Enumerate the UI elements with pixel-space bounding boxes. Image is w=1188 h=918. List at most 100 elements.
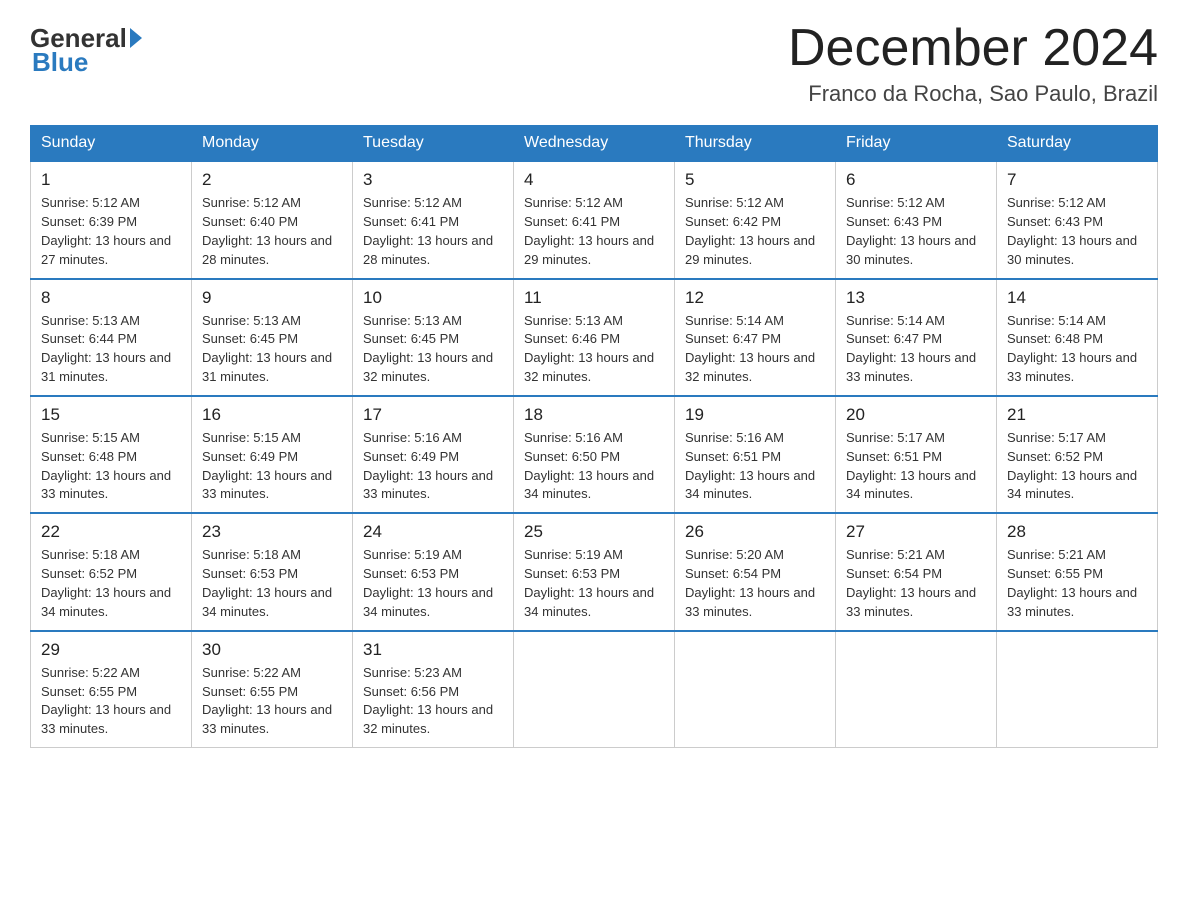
- calendar-cell: [836, 631, 997, 748]
- calendar-cell: 3 Sunrise: 5:12 AMSunset: 6:41 PMDayligh…: [353, 161, 514, 278]
- calendar-cell: 4 Sunrise: 5:12 AMSunset: 6:41 PMDayligh…: [514, 161, 675, 278]
- day-info: Sunrise: 5:16 AMSunset: 6:49 PMDaylight:…: [363, 429, 503, 504]
- day-info: Sunrise: 5:22 AMSunset: 6:55 PMDaylight:…: [41, 664, 181, 739]
- day-number: 27: [846, 522, 986, 542]
- col-header-tuesday: Tuesday: [353, 126, 514, 162]
- week-row-2: 8 Sunrise: 5:13 AMSunset: 6:44 PMDayligh…: [31, 279, 1158, 396]
- day-info: Sunrise: 5:12 AMSunset: 6:39 PMDaylight:…: [41, 194, 181, 269]
- calendar-cell: 7 Sunrise: 5:12 AMSunset: 6:43 PMDayligh…: [997, 161, 1158, 278]
- col-header-wednesday: Wednesday: [514, 126, 675, 162]
- day-info: Sunrise: 5:12 AMSunset: 6:41 PMDaylight:…: [363, 194, 503, 269]
- day-number: 26: [685, 522, 825, 542]
- calendar-cell: 6 Sunrise: 5:12 AMSunset: 6:43 PMDayligh…: [836, 161, 997, 278]
- day-info: Sunrise: 5:15 AMSunset: 6:48 PMDaylight:…: [41, 429, 181, 504]
- day-number: 12: [685, 288, 825, 308]
- calendar-cell: 18 Sunrise: 5:16 AMSunset: 6:50 PMDaylig…: [514, 396, 675, 513]
- col-header-friday: Friday: [836, 126, 997, 162]
- day-info: Sunrise: 5:23 AMSunset: 6:56 PMDaylight:…: [363, 664, 503, 739]
- day-number: 4: [524, 170, 664, 190]
- calendar-cell: [997, 631, 1158, 748]
- day-info: Sunrise: 5:22 AMSunset: 6:55 PMDaylight:…: [202, 664, 342, 739]
- day-number: 21: [1007, 405, 1147, 425]
- day-info: Sunrise: 5:14 AMSunset: 6:47 PMDaylight:…: [846, 312, 986, 387]
- day-info: Sunrise: 5:16 AMSunset: 6:50 PMDaylight:…: [524, 429, 664, 504]
- day-number: 22: [41, 522, 181, 542]
- calendar-cell: 5 Sunrise: 5:12 AMSunset: 6:42 PMDayligh…: [675, 161, 836, 278]
- day-info: Sunrise: 5:13 AMSunset: 6:46 PMDaylight:…: [524, 312, 664, 387]
- day-info: Sunrise: 5:16 AMSunset: 6:51 PMDaylight:…: [685, 429, 825, 504]
- calendar-title: December 2024: [788, 20, 1158, 77]
- calendar-header-row: SundayMondayTuesdayWednesdayThursdayFrid…: [31, 126, 1158, 162]
- day-number: 5: [685, 170, 825, 190]
- calendar-cell: 22 Sunrise: 5:18 AMSunset: 6:52 PMDaylig…: [31, 513, 192, 630]
- title-area: December 2024 Franco da Rocha, Sao Paulo…: [788, 20, 1158, 107]
- day-number: 14: [1007, 288, 1147, 308]
- calendar-cell: 15 Sunrise: 5:15 AMSunset: 6:48 PMDaylig…: [31, 396, 192, 513]
- calendar-cell: 16 Sunrise: 5:15 AMSunset: 6:49 PMDaylig…: [192, 396, 353, 513]
- day-number: 8: [41, 288, 181, 308]
- day-info: Sunrise: 5:14 AMSunset: 6:47 PMDaylight:…: [685, 312, 825, 387]
- calendar-cell: 19 Sunrise: 5:16 AMSunset: 6:51 PMDaylig…: [675, 396, 836, 513]
- day-number: 1: [41, 170, 181, 190]
- day-number: 6: [846, 170, 986, 190]
- day-info: Sunrise: 5:13 AMSunset: 6:44 PMDaylight:…: [41, 312, 181, 387]
- day-number: 3: [363, 170, 503, 190]
- calendar-cell: 23 Sunrise: 5:18 AMSunset: 6:53 PMDaylig…: [192, 513, 353, 630]
- col-header-thursday: Thursday: [675, 126, 836, 162]
- day-info: Sunrise: 5:14 AMSunset: 6:48 PMDaylight:…: [1007, 312, 1147, 387]
- logo: General Blue: [30, 20, 144, 75]
- day-number: 31: [363, 640, 503, 660]
- day-number: 11: [524, 288, 664, 308]
- calendar-subtitle: Franco da Rocha, Sao Paulo, Brazil: [788, 81, 1158, 107]
- day-number: 18: [524, 405, 664, 425]
- day-info: Sunrise: 5:18 AMSunset: 6:52 PMDaylight:…: [41, 546, 181, 621]
- day-number: 24: [363, 522, 503, 542]
- day-number: 16: [202, 405, 342, 425]
- day-info: Sunrise: 5:12 AMSunset: 6:40 PMDaylight:…: [202, 194, 342, 269]
- calendar-cell: 8 Sunrise: 5:13 AMSunset: 6:44 PMDayligh…: [31, 279, 192, 396]
- logo-arrow-icon: [130, 28, 142, 48]
- calendar-cell: 20 Sunrise: 5:17 AMSunset: 6:51 PMDaylig…: [836, 396, 997, 513]
- col-header-monday: Monday: [192, 126, 353, 162]
- day-info: Sunrise: 5:21 AMSunset: 6:54 PMDaylight:…: [846, 546, 986, 621]
- day-number: 13: [846, 288, 986, 308]
- calendar-cell: 17 Sunrise: 5:16 AMSunset: 6:49 PMDaylig…: [353, 396, 514, 513]
- calendar-cell: 13 Sunrise: 5:14 AMSunset: 6:47 PMDaylig…: [836, 279, 997, 396]
- calendar-cell: 11 Sunrise: 5:13 AMSunset: 6:46 PMDaylig…: [514, 279, 675, 396]
- col-header-saturday: Saturday: [997, 126, 1158, 162]
- week-row-3: 15 Sunrise: 5:15 AMSunset: 6:48 PMDaylig…: [31, 396, 1158, 513]
- day-number: 10: [363, 288, 503, 308]
- calendar-cell: 27 Sunrise: 5:21 AMSunset: 6:54 PMDaylig…: [836, 513, 997, 630]
- day-number: 28: [1007, 522, 1147, 542]
- day-number: 2: [202, 170, 342, 190]
- week-row-4: 22 Sunrise: 5:18 AMSunset: 6:52 PMDaylig…: [31, 513, 1158, 630]
- calendar-cell: 10 Sunrise: 5:13 AMSunset: 6:45 PMDaylig…: [353, 279, 514, 396]
- calendar-table: SundayMondayTuesdayWednesdayThursdayFrid…: [30, 125, 1158, 748]
- day-number: 9: [202, 288, 342, 308]
- calendar-cell: 21 Sunrise: 5:17 AMSunset: 6:52 PMDaylig…: [997, 396, 1158, 513]
- calendar-cell: 1 Sunrise: 5:12 AMSunset: 6:39 PMDayligh…: [31, 161, 192, 278]
- calendar-cell: 9 Sunrise: 5:13 AMSunset: 6:45 PMDayligh…: [192, 279, 353, 396]
- day-info: Sunrise: 5:12 AMSunset: 6:43 PMDaylight:…: [1007, 194, 1147, 269]
- logo-blue-text: Blue: [30, 49, 88, 75]
- calendar-cell: 30 Sunrise: 5:22 AMSunset: 6:55 PMDaylig…: [192, 631, 353, 748]
- calendar-cell: 14 Sunrise: 5:14 AMSunset: 6:48 PMDaylig…: [997, 279, 1158, 396]
- day-info: Sunrise: 5:15 AMSunset: 6:49 PMDaylight:…: [202, 429, 342, 504]
- calendar-cell: 25 Sunrise: 5:19 AMSunset: 6:53 PMDaylig…: [514, 513, 675, 630]
- day-info: Sunrise: 5:19 AMSunset: 6:53 PMDaylight:…: [363, 546, 503, 621]
- day-info: Sunrise: 5:13 AMSunset: 6:45 PMDaylight:…: [202, 312, 342, 387]
- calendar-cell: 29 Sunrise: 5:22 AMSunset: 6:55 PMDaylig…: [31, 631, 192, 748]
- day-number: 25: [524, 522, 664, 542]
- page-header: General Blue December 2024 Franco da Roc…: [30, 20, 1158, 107]
- day-number: 15: [41, 405, 181, 425]
- calendar-cell: [514, 631, 675, 748]
- day-info: Sunrise: 5:12 AMSunset: 6:43 PMDaylight:…: [846, 194, 986, 269]
- calendar-cell: 28 Sunrise: 5:21 AMSunset: 6:55 PMDaylig…: [997, 513, 1158, 630]
- day-info: Sunrise: 5:20 AMSunset: 6:54 PMDaylight:…: [685, 546, 825, 621]
- day-info: Sunrise: 5:17 AMSunset: 6:51 PMDaylight:…: [846, 429, 986, 504]
- day-info: Sunrise: 5:12 AMSunset: 6:42 PMDaylight:…: [685, 194, 825, 269]
- day-number: 17: [363, 405, 503, 425]
- day-info: Sunrise: 5:13 AMSunset: 6:45 PMDaylight:…: [363, 312, 503, 387]
- calendar-cell: 26 Sunrise: 5:20 AMSunset: 6:54 PMDaylig…: [675, 513, 836, 630]
- day-info: Sunrise: 5:12 AMSunset: 6:41 PMDaylight:…: [524, 194, 664, 269]
